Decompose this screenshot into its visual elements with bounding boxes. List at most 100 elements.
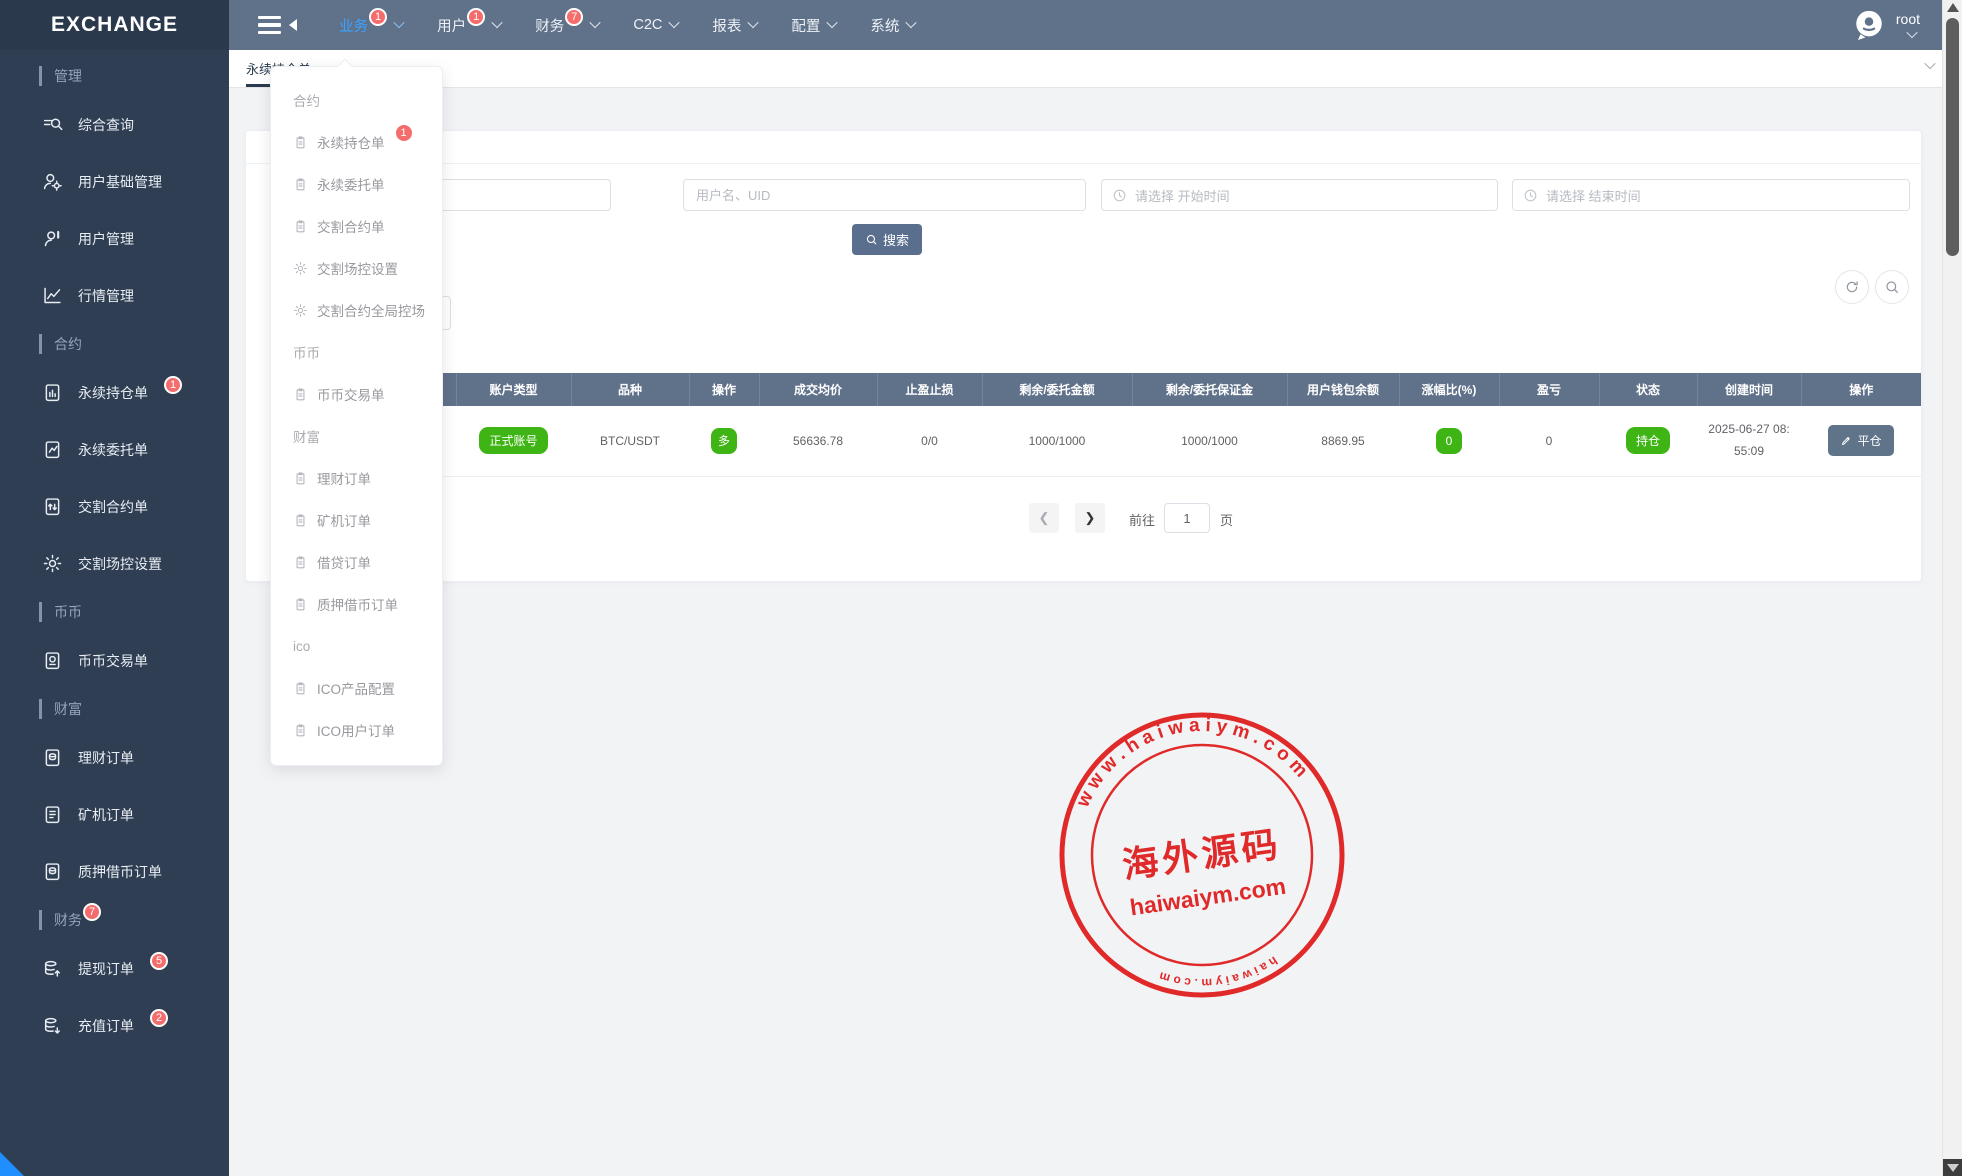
user-menu[interactable]: root	[1852, 0, 1920, 50]
trend-chart-icon	[42, 285, 63, 306]
nav-item-business[interactable]: 业务1	[339, 15, 403, 36]
cell-created-time: 2025-06-27 08:55:09	[1697, 406, 1801, 476]
nav-item-reports[interactable]: 报表	[712, 15, 757, 36]
nav-item-finance[interactable]: 财务7	[535, 15, 599, 36]
tabbar-chevron-down-icon[interactable]	[1924, 58, 1935, 69]
username-uid-input[interactable]	[683, 179, 1086, 211]
sidebar-item-query[interactable]: 综合查询	[0, 96, 229, 153]
cell-account-type: 正式账号	[456, 406, 571, 476]
doc-lines-icon	[42, 804, 63, 825]
dropdown-item-wealth-order[interactable]: 理财订单	[271, 457, 442, 499]
chevron-down-icon	[393, 16, 404, 27]
sidebar-item-miner-order[interactable]: 矿机订单	[0, 786, 229, 843]
clipboard-icon	[293, 135, 308, 150]
cell-wallet-balance: 8869.95	[1287, 406, 1399, 476]
sidebar-item-perpetual-order[interactable]: 永续委托单	[0, 421, 229, 478]
close-position-button[interactable]: 平仓	[1828, 425, 1894, 456]
top-menu: 业务1 用户1 财务7 C2C 报表 配置 系统	[339, 15, 915, 36]
goto-label: 前往	[1129, 510, 1155, 529]
db-down-icon	[42, 1015, 63, 1036]
column-header-avg-price: 成交均价	[759, 373, 877, 406]
doc-trend-icon	[42, 439, 63, 460]
page-unit-label: 页	[1220, 510, 1233, 529]
notification-badge: 1	[467, 8, 485, 26]
dropdown-item-label: ICO用户订单	[317, 720, 395, 740]
sidebar-item-label: 币币交易单	[78, 651, 148, 671]
search-list-icon	[42, 114, 63, 135]
nav-item-system[interactable]: 系统	[870, 15, 915, 36]
clipboard-icon	[293, 723, 308, 738]
sidebar-collapse-button[interactable]	[258, 12, 297, 38]
user-icon	[42, 228, 63, 249]
end-time-input[interactable]: 请选择 结束时间	[1512, 179, 1910, 211]
sidebar-item-label: 用户管理	[78, 229, 134, 249]
column-header-created-time: 创建时间	[1697, 373, 1801, 406]
sidebar-group-3: 财富	[0, 689, 229, 729]
refresh-button[interactable]	[1835, 270, 1869, 304]
search-toggle-button[interactable]	[1875, 270, 1909, 304]
clipboard-icon	[293, 555, 308, 570]
vertical-scrollbar	[1942, 0, 1962, 1176]
column-header-symbol: 品种	[571, 373, 689, 406]
dropdown-item-delivery-contract[interactable]: 交割合约单	[271, 205, 442, 247]
dropdown-item-perpetual-order[interactable]: 永续委托单	[271, 163, 442, 205]
nav-item-c2c[interactable]: C2C	[633, 17, 678, 33]
sidebar-item-user-mgmt[interactable]: 用户管理	[0, 210, 229, 267]
clock-icon	[1112, 188, 1127, 203]
sidebar-group-label: 合约	[54, 334, 82, 354]
search-button[interactable]: 搜索	[852, 224, 922, 255]
pagination: ❮ ❯ 前往 页	[271, 503, 1921, 535]
sidebar-item-market[interactable]: 行情管理	[0, 267, 229, 324]
sidebar-item-withdraw-order[interactable]: 提现订单5	[0, 940, 229, 997]
nav-item-users[interactable]: 用户1	[437, 15, 501, 36]
page-number-input[interactable]	[1164, 503, 1210, 533]
dropdown-item-miner-order[interactable]: 矿机订单	[271, 499, 442, 541]
nav-item-config[interactable]: 配置	[791, 15, 836, 36]
collapse-arrow-icon	[289, 19, 297, 31]
prev-page-button[interactable]: ❮	[1029, 503, 1059, 533]
nav-item-label: 报表	[712, 15, 741, 36]
dropdown-item-perpetual-position[interactable]: 永续持仓单1	[271, 121, 442, 163]
dropdown-item-delivery-control[interactable]: 交割场控设置	[271, 247, 442, 289]
sidebar-item-perpetual-position[interactable]: 永续持仓单1	[0, 364, 229, 421]
start-time-input[interactable]: 请选择 开始时间	[1101, 179, 1498, 211]
sidebar-item-pledge-order[interactable]: 质押借币订单	[0, 843, 229, 900]
dropdown-item-ico-product[interactable]: ICO产品配置	[271, 667, 442, 709]
dropdown-item-spot-trade[interactable]: 币币交易单	[271, 373, 442, 415]
notification-badge: 1	[395, 124, 413, 142]
dropdown-item-label: 永续委托单	[317, 174, 385, 194]
sidebar-item-delivery-contract[interactable]: 交割合约单	[0, 478, 229, 535]
doc-transfer-icon	[42, 496, 63, 517]
direction-badge: 多	[711, 428, 737, 454]
column-header-direction: 操作	[689, 373, 759, 406]
column-header-stop-profit-loss: 止盈止损	[877, 373, 982, 406]
clipboard-icon	[293, 471, 308, 486]
dropdown-item-pledge-order[interactable]: 质押借币订单	[271, 583, 442, 625]
dropdown-item-delivery-global[interactable]: 交割合约全局控场	[271, 289, 442, 331]
sidebar-item-spot-trade[interactable]: 币币交易单	[0, 632, 229, 689]
sidebar-item-label: 充值订单	[78, 1016, 134, 1036]
chevron-down-icon	[669, 16, 680, 27]
search-button-label: 搜索	[883, 230, 909, 249]
scrollbar-thumb[interactable]	[1946, 18, 1959, 256]
sidebar-item-deposit-order[interactable]: 充值订单2	[0, 997, 229, 1054]
sidebar-item-delivery-control[interactable]: 交割场控设置	[0, 535, 229, 592]
next-page-button[interactable]: ❯	[1075, 503, 1105, 533]
chevron-down-icon	[906, 16, 917, 27]
sidebar-item-wealth-order[interactable]: 理财订单	[0, 729, 229, 786]
dropdown-item-loan-order[interactable]: 借贷订单	[271, 541, 442, 583]
cell-avg-price: 56636.78	[759, 406, 877, 476]
column-header-action: 操作	[1801, 373, 1921, 406]
pencil-icon	[1840, 435, 1852, 447]
scroll-down-arrow[interactable]	[1943, 1159, 1962, 1176]
scroll-up-arrow[interactable]	[1947, 3, 1959, 12]
corner-triangle-decoration	[0, 1152, 24, 1176]
sidebar-item-label: 用户基础管理	[78, 172, 162, 192]
sidebar-item-user-base[interactable]: 用户基础管理	[0, 153, 229, 210]
nav-item-label: 财务	[535, 15, 564, 36]
dropdown-group-label: 财富	[271, 415, 442, 457]
close-position-label: 平仓	[1857, 432, 1881, 449]
avatar-icon	[1852, 8, 1886, 42]
sidebar-group-0: 管理	[0, 56, 229, 96]
dropdown-item-ico-order[interactable]: ICO用户订单	[271, 709, 442, 751]
